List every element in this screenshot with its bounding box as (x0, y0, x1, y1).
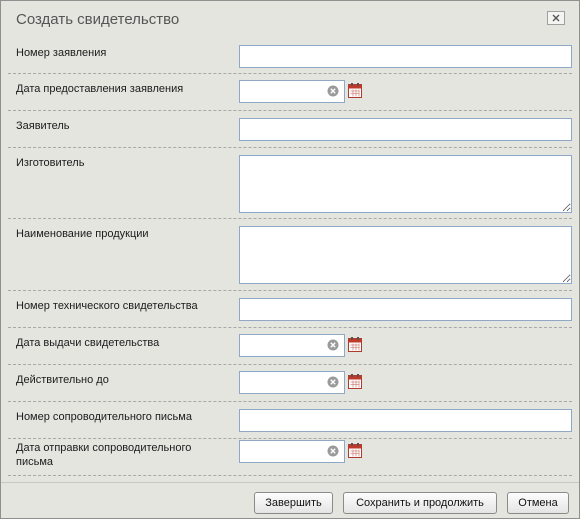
issue-date-label: Дата выдачи свидетельства (16, 337, 160, 349)
cover-letter-number-label: Номер сопроводительного письма (16, 411, 192, 423)
finish-button[interactable]: Завершить (254, 492, 333, 514)
clear-icon[interactable] (327, 85, 339, 97)
form-row-applicant: Заявитель (8, 111, 572, 148)
save-and-continue-button[interactable]: Сохранить и продолжить (343, 492, 497, 514)
cover-letter-number-input[interactable] (239, 409, 572, 432)
form-row-cover-letter-number: Номер сопроводительного письма (8, 402, 572, 439)
dialog-title: Создать свидетельство (16, 11, 180, 28)
cover-letter-date-label: Дата отправки сопроводительного письма (16, 442, 192, 468)
calendar-icon[interactable] (348, 443, 362, 458)
form-row-cover-letter-date: Дата отправки сопроводительного письма (8, 439, 572, 476)
form-row-manufacturer: Изготовитель (8, 148, 572, 219)
form-row-tech-certificate-number: Номер технического свидетельства (8, 291, 572, 328)
issue-date-picker (239, 334, 372, 358)
applicant-label: Заявитель (16, 120, 70, 132)
form-row-application-date: Дата предоставления заявления (8, 74, 572, 111)
dialog-footer: Завершить Сохранить и продолжить Отмена (1, 482, 579, 519)
calendar-icon[interactable] (348, 374, 362, 389)
application-number-input[interactable] (239, 45, 572, 68)
form-row-issue-date: Дата выдачи свидетельства (8, 328, 572, 365)
form-row-application-number: Номер заявления (8, 38, 572, 74)
calendar-icon[interactable] (348, 337, 362, 352)
tech-certificate-number-label: Номер технического свидетельства (16, 300, 198, 312)
applicant-input[interactable] (239, 118, 572, 141)
cover-letter-date-picker (239, 440, 372, 464)
tech-certificate-number-input[interactable] (239, 298, 572, 321)
close-button[interactable] (547, 11, 565, 25)
valid-until-picker (239, 371, 372, 395)
application-date-label: Дата предоставления заявления (16, 83, 184, 95)
product-name-label: Наименование продукции (16, 228, 149, 240)
application-number-label: Номер заявления (16, 47, 107, 59)
application-date-picker (239, 80, 372, 104)
form-row-product-name: Наименование продукции (8, 219, 572, 291)
calendar-icon[interactable] (348, 83, 362, 98)
manufacturer-label: Изготовитель (16, 157, 85, 169)
clear-icon[interactable] (327, 376, 339, 388)
valid-until-label: Действительно до (16, 374, 109, 386)
clear-icon[interactable] (327, 445, 339, 457)
clear-icon[interactable] (327, 339, 339, 351)
dialog-form: Номер заявления Дата предоставления заяв… (8, 38, 572, 476)
cancel-button[interactable]: Отмена (507, 492, 569, 514)
form-row-valid-until: Действительно до (8, 365, 572, 402)
dialog-titlebar: Создать свидетельство (1, 1, 579, 39)
manufacturer-textarea[interactable] (239, 155, 572, 213)
create-certificate-dialog: Создать свидетельство Номер заявления Да… (0, 0, 580, 519)
close-icon (552, 14, 560, 22)
product-name-textarea[interactable] (239, 226, 572, 284)
